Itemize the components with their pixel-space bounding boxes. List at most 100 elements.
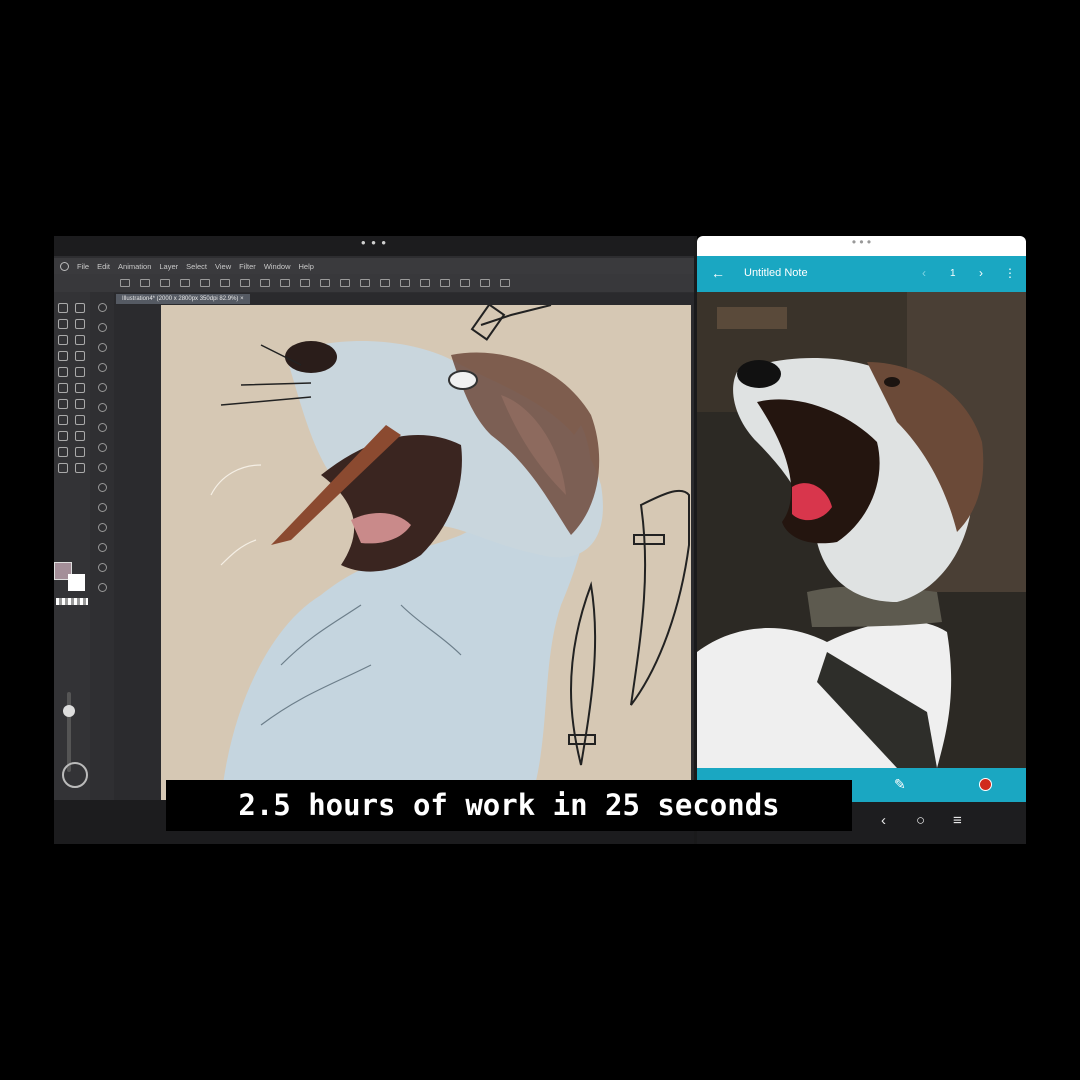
- stack-icon[interactable]: [97, 583, 107, 592]
- borzoi-painting: [210, 305, 690, 800]
- reference-photo: [697, 292, 1026, 768]
- eraser-tool-icon[interactable]: [75, 383, 85, 393]
- window-drag-handle[interactable]: • • •: [54, 236, 694, 256]
- menu-view[interactable]: View: [215, 262, 231, 271]
- color-set-icon[interactable]: [97, 403, 107, 412]
- previous-page-icon[interactable]: ‹: [922, 266, 926, 280]
- hand-tool-icon[interactable]: [75, 303, 85, 313]
- sub-tool-palette: [90, 292, 114, 800]
- layer-search-icon[interactable]: [97, 563, 107, 572]
- property-icon[interactable]: [97, 343, 107, 352]
- layer-property-icon[interactable]: [97, 543, 107, 552]
- brush-tool-icon[interactable]: [75, 367, 85, 377]
- crop-icon[interactable]: [360, 279, 370, 287]
- pencil-tool-icon[interactable]: [58, 367, 68, 377]
- brush-size-icon[interactable]: [97, 363, 107, 372]
- open-file-icon[interactable]: [160, 279, 170, 287]
- color-history-icon[interactable]: [97, 463, 107, 472]
- quick-access-icon[interactable]: [97, 523, 107, 532]
- menu-filter[interactable]: Filter: [239, 262, 256, 271]
- layout-icon[interactable]: [480, 279, 490, 287]
- figure-tool-icon[interactable]: [75, 399, 85, 409]
- menu-help[interactable]: Help: [299, 262, 314, 271]
- brush-size-knob[interactable]: [63, 705, 75, 717]
- navigator-icon[interactable]: [97, 323, 107, 332]
- menu-window[interactable]: Window: [264, 262, 291, 271]
- window-drag-handle[interactable]: • • •: [697, 236, 1026, 256]
- note-title[interactable]: Untitled Note: [744, 267, 808, 279]
- fill-tool-icon[interactable]: [58, 415, 68, 425]
- hamburger-icon[interactable]: [120, 279, 130, 287]
- notes-app-window: • • • ← Untitled Note ‹ 1 › ⋮ ✎ ‹ ○ ≡: [697, 236, 1026, 844]
- more-options-icon[interactable]: ⋮: [1004, 266, 1016, 280]
- zoom-tool-icon[interactable]: [58, 303, 68, 313]
- airbrush-tool-icon[interactable]: [58, 383, 68, 393]
- page-number: 1: [950, 268, 956, 279]
- video-caption: 2.5 hours of work in 25 seconds: [166, 780, 852, 831]
- layers-icon[interactable]: [97, 303, 107, 312]
- menu-edit[interactable]: Edit: [97, 262, 110, 271]
- drawing-canvas[interactable]: [161, 305, 691, 800]
- move-tool-icon[interactable]: [75, 319, 85, 329]
- menu-animation[interactable]: Animation: [118, 262, 151, 271]
- pencil-icon[interactable]: [440, 279, 450, 287]
- approximate-color-icon[interactable]: [97, 443, 107, 452]
- transform-icon[interactable]: [280, 279, 290, 287]
- recents-nav-icon[interactable]: ≡: [953, 812, 962, 829]
- new-canvas-icon[interactable]: [140, 279, 150, 287]
- redo-icon[interactable]: [240, 279, 250, 287]
- close-tab-icon[interactable]: ×: [240, 296, 244, 302]
- document-tab[interactable]: Illustration4* (2000 x 2800px 350dpi 82.…: [116, 294, 250, 304]
- blend-tool-icon[interactable]: [58, 399, 68, 409]
- brush-icon[interactable]: [420, 279, 430, 287]
- pencil-icon[interactable]: ✎: [894, 776, 906, 793]
- text-tool-icon[interactable]: [75, 447, 85, 457]
- home-nav-icon[interactable]: ○: [916, 812, 925, 829]
- document-tab-label: Illustration4* (2000 x 2800px 350dpi 82.…: [122, 296, 239, 302]
- drawing-app-window: • • • File Edit Animation Layer Select V…: [54, 236, 694, 844]
- balloon-tool-icon[interactable]: [58, 463, 68, 473]
- select-icon[interactable]: [320, 279, 330, 287]
- menu-layer[interactable]: Layer: [159, 262, 178, 271]
- tool-palette: [54, 292, 90, 800]
- ruler-tool-icon[interactable]: [58, 431, 68, 441]
- color-wheel-icon[interactable]: [97, 383, 107, 392]
- vector-tool-icon[interactable]: [58, 447, 68, 457]
- back-nav-icon[interactable]: ‹: [881, 812, 886, 829]
- save-icon[interactable]: [180, 279, 190, 287]
- fill-icon[interactable]: [300, 279, 310, 287]
- pen-tool-icon[interactable]: [75, 351, 85, 361]
- correct-line-tool-icon[interactable]: [75, 463, 85, 473]
- brush-size-slider[interactable]: [67, 692, 71, 772]
- document-tab-bar: Illustration4* (2000 x 2800px 350dpi 82.…: [114, 293, 694, 305]
- record-button[interactable]: [979, 778, 992, 791]
- transparent-color-swatch[interactable]: [56, 598, 88, 605]
- app-icon[interactable]: [60, 261, 69, 271]
- smartphone-icon[interactable]: [460, 279, 470, 287]
- deselect-icon[interactable]: [340, 279, 350, 287]
- fullscreen-icon[interactable]: [500, 279, 510, 287]
- borzoi-photo: [697, 292, 1026, 768]
- next-page-icon[interactable]: ›: [979, 266, 983, 280]
- pen-icon[interactable]: [400, 279, 410, 287]
- magic-wand-tool-icon[interactable]: [75, 335, 85, 345]
- back-arrow-icon[interactable]: ←: [711, 265, 725, 281]
- tablet-screen: • • • File Edit Animation Layer Select V…: [54, 236, 1026, 844]
- gradient-tool-icon[interactable]: [75, 415, 85, 425]
- marquee-tool-icon[interactable]: [58, 335, 68, 345]
- menu-bar: File Edit Animation Layer Select View Fi…: [54, 258, 694, 274]
- edge-menu-button[interactable]: [62, 762, 88, 788]
- intermediate-color-icon[interactable]: [97, 423, 107, 432]
- menu-select[interactable]: Select: [186, 262, 207, 271]
- menu-file[interactable]: File: [77, 262, 89, 271]
- lasso-tool-icon[interactable]: [58, 319, 68, 329]
- clear-icon[interactable]: [260, 279, 270, 287]
- export-icon[interactable]: [200, 279, 210, 287]
- material-icon[interactable]: [97, 503, 107, 512]
- eyedropper-tool-icon[interactable]: [58, 351, 68, 361]
- frame-tool-icon[interactable]: [75, 431, 85, 441]
- background-color-swatch[interactable]: [68, 574, 85, 591]
- ruler-icon[interactable]: [380, 279, 390, 287]
- search-icon[interactable]: [97, 483, 107, 492]
- undo-icon[interactable]: [220, 279, 230, 287]
